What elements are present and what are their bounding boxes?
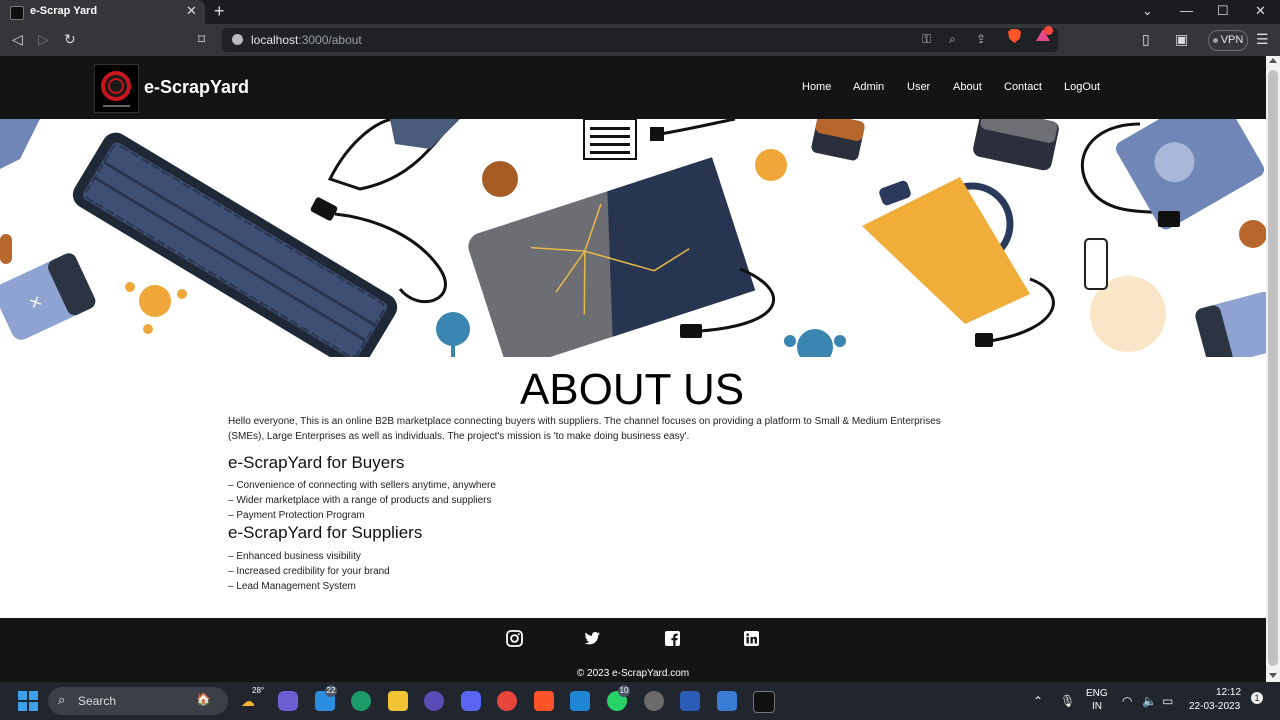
back-icon[interactable]: ◁ [12,31,23,48]
file-explorer-icon[interactable] [388,691,408,711]
browser-tab-strip: e-Scrap Yard ✕ + ⌄ — ☐ ✕ [0,0,1280,24]
edge-icon[interactable] [351,691,371,711]
sidebar-icon[interactable]: ▯ [1142,31,1150,48]
browser-toolbar: ◁ ▷ ↻ ⌑ localhost:3000/about ⚿ ⌕ ⇪ ▯ ▣ V… [0,24,1280,56]
site-footer: © 2023 e-ScrapYard.com [0,618,1266,682]
terminal-icon[interactable] [753,691,775,713]
scroll-down-icon[interactable] [1269,673,1277,678]
tab-close-icon[interactable]: ✕ [186,3,197,19]
brand-logo[interactable] [94,64,139,113]
site-info-icon[interactable] [232,34,243,45]
reload-icon[interactable]: ↻ [64,31,76,48]
copyright-text: © 2023 e-ScrapYard.com [576,668,690,679]
brand-name[interactable]: e-ScrapYard [144,77,249,98]
share-icon[interactable]: ⇪ [976,32,986,46]
teams-chat-icon[interactable] [278,691,298,711]
maximize-icon[interactable]: ☐ [1217,3,1229,19]
nav-link-logout[interactable]: LogOut [1064,81,1100,93]
settings-icon[interactable] [644,691,664,711]
battery-icon[interactable]: ▭ [1162,694,1173,708]
word-icon[interactable] [680,691,700,711]
microphone-icon[interactable]: 🎙 [1060,694,1075,708]
clock-date[interactable]: 22-03-2023 [1189,701,1240,712]
rewards-badge [1044,26,1053,35]
suppliers-point: – Lead Management System [228,581,356,592]
clock-time[interactable]: 12:12 [1216,687,1241,698]
suppliers-point: – Enhanced business visibility [228,551,361,562]
tab-title: e-Scrap Yard [30,5,98,17]
bookmark-icon[interactable]: ⌑ [198,31,205,48]
nav-link-user[interactable]: User [907,81,930,93]
os-taskbar: ⌕ Search 🏠 ☁ 28° 22 10 ⌃ 🎙 ENG IN ◠ 🔈 ▭ … [0,682,1280,720]
buyers-point: – Payment Protection Program [228,510,365,521]
tab-search-chevron-icon[interactable]: ⌄ [1142,3,1153,19]
snipping-tool-icon[interactable] [717,691,737,711]
buyers-point: – Wider marketplace with a range of prod… [228,495,492,506]
address-bar[interactable]: localhost:3000/about ⚿ ⌕ ⇪ [222,28,1058,52]
instagram-icon[interactable] [506,630,523,647]
nav-link-about[interactable]: About [953,81,982,93]
buyers-heading: e-ScrapYard for Buyers [228,453,405,472]
suppliers-heading: e-ScrapYard for Suppliers [228,523,423,542]
tab-favicon-icon [10,6,24,20]
zoom-icon[interactable]: ⌕ [949,32,956,47]
new-tab-icon[interactable]: + [214,1,225,22]
intro-paragraph: Hello everyone, This is an online B2B ma… [228,416,941,442]
forward-icon[interactable]: ▷ [38,31,49,48]
search-icon: ⌕ [58,692,66,707]
suppliers-point: – Increased credibility for your brand [228,566,390,577]
notification-icon[interactable]: 1 [1251,692,1263,704]
language-line1[interactable]: ENG [1086,688,1108,699]
twitter-icon[interactable] [584,630,601,647]
scroll-thumb[interactable] [1268,70,1278,666]
nav-link-contact[interactable]: Contact [1004,81,1042,93]
hero-banner-illustration: × [0,119,1266,357]
tray-overflow-icon[interactable]: ⌃ [1033,694,1043,708]
buyers-point: – Convenience of connecting with sellers… [228,480,496,491]
search-highlight-icon: 🏠 [196,692,211,706]
address-url[interactable]: localhost:3000/about [251,33,362,47]
page-scrollbar[interactable] [1266,56,1280,682]
nav-link-home[interactable]: Home [802,81,831,93]
windows-start-icon[interactable] [18,691,38,711]
nav-link-admin[interactable]: Admin [853,81,884,93]
linkedin-icon[interactable] [743,630,760,647]
volume-icon[interactable]: 🔈 [1142,694,1157,708]
weather-temp: 28° [252,686,265,695]
close-window-icon[interactable]: ✕ [1255,3,1266,19]
site-navbar: e-ScrapYard Home Admin User About Contac… [0,56,1266,119]
whatsapp-badge: 10 [618,685,630,697]
vpn-button[interactable]: VPN [1208,30,1248,51]
brave-browser-icon[interactable] [534,691,554,711]
discord-icon[interactable] [461,691,481,711]
menu-icon[interactable]: ☰ [1256,31,1269,48]
mail-badge: 22 [325,685,337,697]
facebook-icon[interactable] [664,630,681,647]
app-icon[interactable] [424,691,444,711]
taskbar-search-label: Search [78,694,117,708]
browser-tab-active[interactable]: e-Scrap Yard ✕ [0,0,205,24]
wallet-icon[interactable]: ▣ [1175,31,1188,48]
minimize-icon[interactable]: — [1180,3,1193,18]
language-line2[interactable]: IN [1092,701,1102,712]
key-icon[interactable]: ⚿ [922,32,931,47]
taskbar-search[interactable]: ⌕ Search 🏠 [48,687,228,715]
chrome-icon[interactable] [497,691,517,711]
page-title: ABOUT US [519,365,745,414]
scroll-up-icon[interactable] [1269,58,1277,63]
vscode-icon[interactable] [570,691,590,711]
wifi-icon[interactable]: ◠ [1122,694,1132,708]
